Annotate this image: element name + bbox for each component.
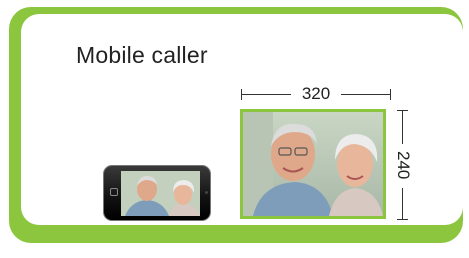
height-dimension-line-bottom [402, 188, 403, 219]
panel-title: Mobile caller [76, 42, 208, 68]
home-button-icon [110, 188, 118, 196]
height-dimension: 240 [393, 110, 413, 220]
caller-photo [243, 112, 383, 216]
camera-icon [205, 191, 208, 194]
phone-screen-photo [121, 171, 200, 216]
video-preview [240, 109, 386, 219]
width-label: 320 [301, 84, 331, 103]
height-label: 240 [394, 151, 413, 180]
smartphone-icon [103, 165, 211, 221]
height-dimension-cap-bottom [397, 219, 408, 220]
height-dimension-line-top [402, 110, 403, 144]
width-dimension: 320 [241, 85, 391, 105]
phone-screen [121, 171, 200, 216]
